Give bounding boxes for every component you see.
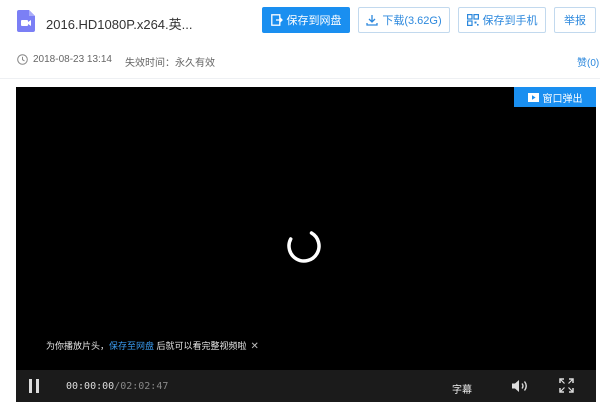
download-button-label: 下载(3.62G) <box>382 15 442 27</box>
save-to-cloud-button[interactable]: 保存到网盘 <box>262 7 350 33</box>
clock-icon <box>17 54 28 65</box>
fullscreen-icon[interactable] <box>559 378 574 393</box>
time-display: 00:00:00/02:02:47 <box>66 381 168 392</box>
video-file-icon <box>17 10 35 32</box>
pause-icon[interactable] <box>28 379 40 393</box>
hint-suffix: 后就可以看完整视频啦 <box>154 341 247 351</box>
save-to-phone-button[interactable]: 保存到手机 <box>458 7 546 33</box>
save-icon <box>270 14 283 26</box>
report-button-label: 举报 <box>564 15 586 27</box>
phone-button-label: 保存到手机 <box>482 15 538 27</box>
video-player[interactable]: 窗口弹出 为你播放片头，保存至网盘 后就可以看完整视频啦 ✕ 00:00:00/0… <box>16 87 596 402</box>
file-title: 2016.HD1080P.x264.英... <box>46 17 193 32</box>
file-meta-row: 2018-08-23 13:14 失效时间：永久有效 赞(0) <box>0 50 600 72</box>
like-link[interactable]: 赞(0) <box>577 54 599 69</box>
preview-hint: 为你播放片头，保存至网盘 后就可以看完整视频啦 ✕ <box>46 339 259 352</box>
popout-icon <box>527 92 539 102</box>
save-button-label: 保存到网盘 <box>286 15 342 27</box>
volume-icon[interactable] <box>511 379 529 393</box>
top-bar: 2016.HD1080P.x264.英... 保存到网盘 下载(3.62G) 保… <box>0 0 600 42</box>
player-controls: 00:00:00/02:02:47 字幕 <box>16 370 596 402</box>
popout-label: 窗口弹出 <box>542 93 583 105</box>
close-hint-icon[interactable]: ✕ <box>251 341 259 352</box>
hint-prefix: 为你播放片头， <box>46 341 110 351</box>
qr-code-icon <box>466 14 479 26</box>
share-date: 2018-08-23 13:14 <box>33 54 112 65</box>
loading-spinner-icon <box>284 226 324 266</box>
total-time: /02:02:47 <box>114 381 169 392</box>
download-button[interactable]: 下载(3.62G) <box>358 7 450 33</box>
popout-window-button[interactable]: 窗口弹出 <box>514 87 596 107</box>
subtitle-button[interactable]: 字幕 <box>452 381 472 396</box>
hint-save-link[interactable]: 保存至网盘 <box>109 341 154 351</box>
download-icon <box>366 15 378 26</box>
divider <box>0 78 600 79</box>
expiry-text: 失效时间：永久有效 <box>125 58 215 69</box>
current-time: 00:00:00 <box>66 381 115 392</box>
report-button[interactable]: 举报 <box>554 7 596 33</box>
